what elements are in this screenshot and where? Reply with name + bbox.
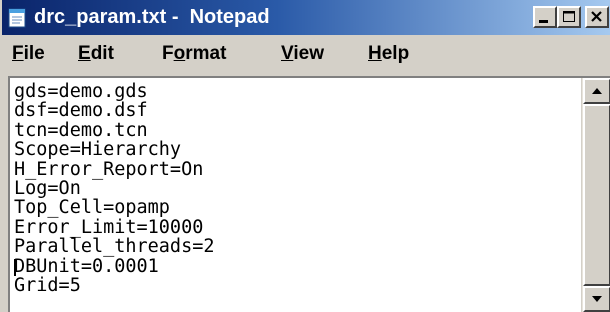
scroll-thumb[interactable] [583,104,610,286]
minimize-icon [539,20,548,23]
menu-view[interactable]: View [281,43,324,65]
vertical-scrollbar[interactable] [581,78,610,312]
menu-bar: File Edit Format View Help [2,35,610,72]
menu-help-label: elp [381,43,410,64]
arrow-up-icon [592,88,602,94]
maximize-button[interactable] [557,6,581,28]
title-bar[interactable]: drc_param.txt - Notepad [2,0,610,35]
menu-edit[interactable]: Edit [78,43,114,65]
menu-edit-label: dit [90,43,114,64]
notepad-icon[interactable] [8,7,27,28]
text-caret [14,259,16,276]
arrow-down-icon [592,296,602,302]
maximize-icon [563,11,575,22]
menu-file[interactable]: File [12,43,45,65]
window-title: drc_param.txt - Notepad [34,6,270,28]
scroll-down-button[interactable] [583,286,610,312]
menu-file-label: ile [23,43,45,64]
scroll-up-button[interactable] [583,78,610,104]
text-editor[interactable]: gds=demo.gds dsf=demo.dsf tcn=demo.tcn S… [8,76,610,312]
editor-content[interactable]: gds=demo.gds dsf=demo.dsf tcn=demo.tcn S… [14,82,579,296]
menu-help[interactable]: Help [368,43,409,65]
close-button[interactable] [585,6,609,28]
close-icon [591,11,602,22]
menu-format-label: rmat [185,43,227,64]
menu-view-label: iew [293,43,324,64]
minimize-button[interactable] [533,6,557,28]
notepad-window: drc_param.txt - Notepad File Edit Format… [0,0,610,312]
menu-format[interactable]: Format [162,43,226,65]
